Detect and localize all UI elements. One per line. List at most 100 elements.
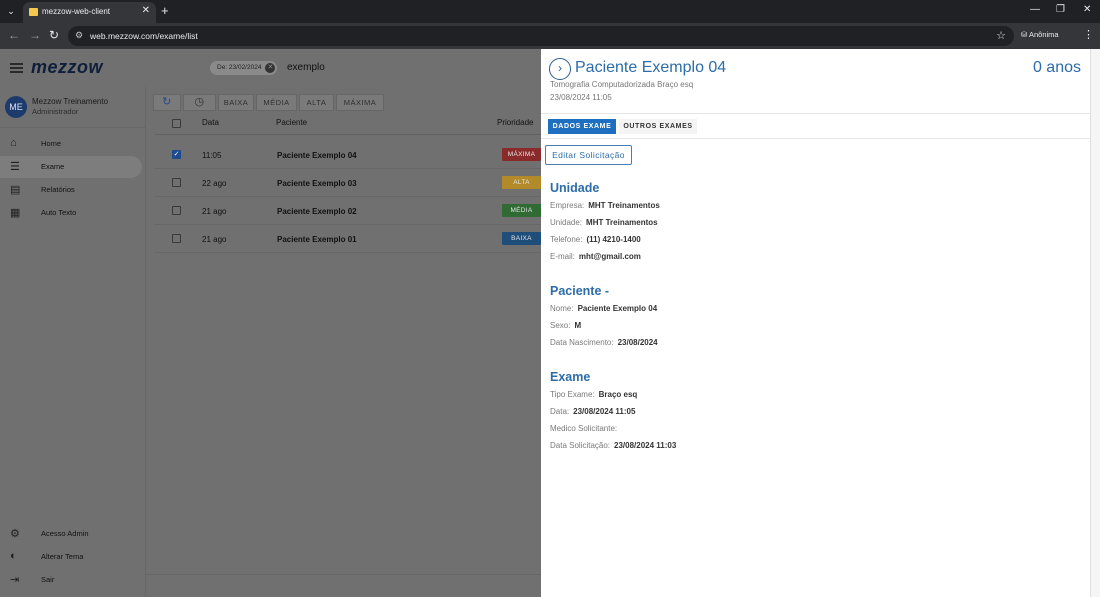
history-icon[interactable]: ◷: [183, 94, 216, 111]
gear-icon: ⚙: [10, 528, 20, 540]
back-arrow-icon[interactable]: ←: [8, 28, 20, 42]
priority-badge: MÁXIMA: [502, 148, 541, 161]
sidebar-item-label: Relatórios: [41, 185, 75, 194]
row-checkbox[interactable]: [172, 234, 181, 243]
field-label: Sexo:: [550, 321, 571, 330]
field-label: Empresa:: [550, 201, 585, 210]
field-value: MHT Treinamentos: [588, 201, 660, 210]
search-input[interactable]: exemplo: [287, 62, 325, 73]
field-tipo-exame: Tipo Exame: Braço esq: [550, 390, 637, 399]
row-checkbox[interactable]: [172, 178, 181, 187]
filter-media-button[interactable]: MÉDIA: [256, 94, 297, 111]
edit-request-button[interactable]: Editar Solicitação: [545, 145, 632, 165]
table-row[interactable]: 21 ago Paciente Exemplo 01 BAIXA: [155, 225, 541, 253]
table-header: Data Paciente Prioridade: [155, 113, 541, 135]
section-title-paciente: Paciente -: [550, 284, 610, 298]
field-medico-solicitante: Medico Solicitante:: [550, 424, 621, 433]
field-value: 23/08/2024 11:05: [573, 407, 636, 416]
field-value: MHT Treinamentos: [586, 218, 658, 227]
list-icon: ☰: [10, 161, 20, 173]
field-label: Data Solicitação:: [550, 441, 611, 450]
field-value: Braço esq: [598, 390, 638, 399]
field-nome: Nome: Paciente Exemplo 04: [550, 304, 657, 313]
filter-baixa-button[interactable]: BAIXA: [218, 94, 254, 111]
field-label: Tipo Exame:: [550, 390, 595, 399]
column-header-data[interactable]: Data: [202, 118, 219, 127]
date-filter-chip[interactable]: De: 23/02/2024 ✕: [210, 61, 278, 75]
new-tab-icon[interactable]: +: [161, 3, 169, 18]
select-all-checkbox[interactable]: [172, 119, 181, 128]
refresh-icon[interactable]: ↻: [153, 94, 181, 111]
browser-menu-icon[interactable]: ⋮: [1083, 28, 1094, 41]
exam-datetime: 23/08/2024 11:05: [550, 93, 612, 102]
report-icon: ▤: [10, 184, 21, 196]
section-title-unidade: Unidade: [550, 181, 600, 195]
home-icon: ⌂: [10, 137, 17, 149]
row-checkbox[interactable]: [172, 206, 181, 215]
sidebar-item-auto-texto[interactable]: ▦ Auto Texto: [0, 202, 142, 224]
logo: mezzow: [31, 57, 104, 77]
chip-clear-icon[interactable]: ✕: [265, 63, 276, 73]
field-unidade: Unidade: MHT Treinamentos: [550, 218, 658, 227]
column-header-prioridade[interactable]: Prioridade: [497, 118, 533, 127]
text-icon: ▦: [10, 207, 21, 219]
field-value: mht@gmail.com: [578, 252, 641, 261]
table-row[interactable]: ✓ 11:05 Paciente Exemplo 04 MÁXIMA: [155, 141, 541, 169]
field-telefone: Telefone: (11) 4210-1400: [550, 235, 641, 244]
sidebar-item-label: Alterar Tema: [41, 552, 84, 561]
sidebar-item-alterar-tema[interactable]: ◐ Alterar Tema: [0, 546, 142, 568]
tab-close-icon[interactable]: ✕: [142, 5, 150, 16]
field-email: E-mail: mht@gmail.com: [550, 252, 641, 261]
bookmark-star-icon[interactable]: ☆: [996, 29, 1006, 42]
close-window-icon[interactable]: ✕: [1083, 4, 1091, 15]
user-name: Mezzow Treinamento: [32, 97, 109, 106]
site-settings-icon[interactable]: ⚙: [75, 30, 83, 41]
sidebar-item-home[interactable]: ⌂ Home: [0, 133, 142, 155]
sidebar-item-acesso-admin[interactable]: ⚙ Acesso Admin: [0, 523, 142, 545]
table-row[interactable]: 22 ago Paciente Exemplo 03 ALTA: [155, 169, 541, 197]
row-patient: Paciente Exemplo 03: [277, 179, 357, 188]
incognito-badge[interactable]: ⛁ Anônima: [1021, 30, 1059, 39]
incognito-label: Anônima: [1028, 30, 1059, 39]
filter-maxima-button[interactable]: MÁXIMA: [336, 94, 384, 111]
exam-subtitle: Tomografia Computadorizada Braço esq: [550, 80, 694, 89]
restore-icon[interactable]: ❐: [1056, 4, 1065, 15]
browser-tab[interactable]: mezzow-web-client ✕: [23, 2, 156, 23]
logout-icon: ⇥: [10, 574, 20, 586]
patient-title: Paciente Exemplo 04: [575, 59, 727, 76]
sidebar: ME Mezzow Treinamento Administrador ⌂ Ho…: [0, 87, 146, 597]
url-field[interactable]: ⚙ web.mezzow.com/exame/list ☆: [68, 26, 1014, 46]
field-label: Nome:: [550, 304, 574, 313]
priority-badge: MÉDIA: [502, 204, 541, 217]
field-label: Medico Solicitante:: [550, 424, 618, 433]
row-patient: Paciente Exemplo 01: [277, 235, 357, 244]
sidebar-item-sair[interactable]: ⇥ Sair: [0, 569, 142, 591]
field-value: 23/08/2024: [617, 338, 658, 347]
table-row[interactable]: 21 ago Paciente Exemplo 02 MÉDIA: [155, 197, 541, 225]
close-panel-chevron-icon[interactable]: ›: [549, 58, 571, 80]
sidebar-item-exame[interactable]: ☰ Exame: [0, 156, 142, 178]
folder-favicon-icon: [29, 8, 38, 16]
filter-alta-button[interactable]: ALTA: [299, 94, 334, 111]
tab-outros-exames[interactable]: OUTROS EXAMES: [619, 119, 697, 134]
field-value: M: [574, 321, 582, 330]
field-label: Unidade:: [550, 218, 583, 227]
row-checkbox[interactable]: ✓: [172, 150, 181, 159]
row-date: 21 ago: [202, 207, 227, 216]
tab-search-dropdown-icon[interactable]: ⌄: [3, 3, 19, 19]
menu-icon[interactable]: [10, 63, 23, 73]
column-header-paciente[interactable]: Paciente: [276, 118, 307, 127]
sidebar-divider: [0, 127, 146, 128]
field-empresa: Empresa: MHT Treinamentos: [550, 201, 660, 210]
reload-icon[interactable]: ↻: [49, 28, 59, 42]
url-text[interactable]: web.mezzow.com/exame/list: [90, 31, 198, 41]
tab-dados-exame[interactable]: DADOS EXAME: [548, 119, 616, 134]
field-value: 23/08/2024 11:03: [614, 441, 677, 450]
avatar[interactable]: ME: [5, 96, 27, 118]
sidebar-item-label: Exame: [41, 162, 65, 171]
forward-arrow-icon[interactable]: →: [29, 28, 41, 42]
minimize-icon[interactable]: —: [1030, 4, 1040, 15]
priority-badge: BAIXA: [502, 232, 541, 245]
sidebar-item-relatorios[interactable]: ▤ Relatórios: [0, 179, 142, 201]
panel-scrollbar[interactable]: [1090, 49, 1100, 597]
